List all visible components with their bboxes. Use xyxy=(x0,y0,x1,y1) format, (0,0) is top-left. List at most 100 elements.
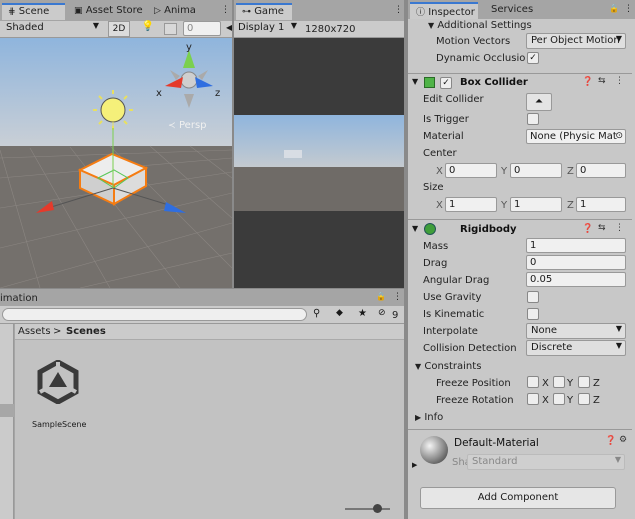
angular-drag-field[interactable]: 0.05 xyxy=(526,272,626,287)
gizmo-x-label: x xyxy=(156,88,162,99)
edit-collider-label: Edit Collider xyxy=(423,94,484,105)
rigidbody-header[interactable]: ▼ Rigidbody ❓ ⇆ ⋮ xyxy=(408,219,632,238)
breadcrumb-scenes[interactable]: Scenes xyxy=(66,325,106,338)
material-section: ▶ Default-Material ❓ ⚙ Shader Standard▼ xyxy=(408,429,632,476)
is-trigger-checkbox[interactable] xyxy=(527,113,539,125)
mode-2d-button[interactable]: 2D xyxy=(108,21,130,37)
scene-viewport[interactable]: y x z ≺ Persp xyxy=(0,38,232,288)
size-x-field[interactable]: 1 xyxy=(445,197,497,212)
use-gravity-checkbox[interactable] xyxy=(527,291,539,303)
label-tag-icon[interactable]: ◆ xyxy=(336,308,343,318)
freeze-rotation-y-checkbox[interactable] xyxy=(553,393,565,405)
add-component-button[interactable]: Add Component xyxy=(420,487,616,509)
drag-label: Drag xyxy=(423,258,448,269)
shader-dropdown[interactable]: Standard ▼ xyxy=(467,454,625,470)
is-kinematic-checkbox[interactable] xyxy=(527,308,539,320)
dynamic-occlusion-checkbox[interactable]: ✓ xyxy=(527,52,539,64)
lock-icon[interactable]: 🔒 xyxy=(609,4,619,13)
angular-drag-label: Angular Drag xyxy=(423,275,490,286)
box-collider-header[interactable]: ▼ ✓ Box Collider ❓ ⇆ ⋮ xyxy=(408,73,632,91)
display-dropdown[interactable]: Display 1 ▼ xyxy=(234,21,300,37)
freeze-rotation-label: Freeze Rotation xyxy=(436,395,514,406)
constraints-foldout[interactable]: ▼ Constraints xyxy=(415,360,481,373)
foldout-collapsed-icon[interactable]: ▶ xyxy=(412,461,417,469)
freeze-position-z-checkbox[interactable] xyxy=(578,376,590,388)
freeze-position-x-checkbox[interactable] xyxy=(527,376,539,388)
project-content: Assets > Scenes SampleScene xyxy=(15,324,404,519)
freeze-position-y-label: Y xyxy=(567,378,574,389)
panel-menu-icon[interactable]: ⋮ xyxy=(221,5,230,15)
component-menu-icon[interactable]: ⋮ xyxy=(615,223,624,233)
search-by-type-icon[interactable]: ⚲ xyxy=(313,308,320,319)
hidden-packages-icon[interactable]: ⊘ xyxy=(378,308,386,318)
help-icon[interactable]: ❓ xyxy=(582,224,593,234)
freeze-position-x-label: X xyxy=(542,378,549,389)
tab-asset-store[interactable]: ▣ Asset Store xyxy=(68,3,146,20)
size-z-field[interactable]: 1 xyxy=(576,197,626,212)
lighting-toggle[interactable]: 💡 xyxy=(138,21,158,37)
shading-mode-dropdown[interactable]: Shaded ▼ xyxy=(2,21,102,37)
freeze-position-y-checkbox[interactable] xyxy=(553,376,565,388)
box-collider-enabled-checkbox[interactable]: ✓ xyxy=(440,77,452,89)
center-x-label: X xyxy=(436,166,443,177)
info-foldout[interactable]: ▶ Info xyxy=(415,411,443,424)
help-icon[interactable]: ❓ xyxy=(582,77,593,87)
game-panel-menu-icon[interactable]: ⋮ xyxy=(394,5,403,15)
chevron-down-icon: ▼ xyxy=(615,324,622,333)
game-view xyxy=(234,38,404,288)
tab-scene[interactable]: ⋕ Scene xyxy=(2,3,65,20)
size-label: Size xyxy=(423,182,444,193)
component-menu-icon[interactable]: ⋮ xyxy=(615,76,624,86)
game-cube xyxy=(284,150,302,158)
size-z-label: Z xyxy=(567,200,574,211)
panel-menu-icon[interactable]: ⋮ xyxy=(624,4,633,14)
motion-vectors-dropdown[interactable]: Per Object Motion ▼ xyxy=(526,33,626,49)
project-toolbar: ⚲ ◆ ★ ⊘ 9 xyxy=(0,306,404,324)
tab-animation-bottom[interactable]: imation xyxy=(0,292,38,305)
preset-icon[interactable]: ⇆ xyxy=(598,223,606,233)
object-picker-icon[interactable]: ⊙ xyxy=(615,130,623,143)
preset-icon[interactable]: ⇆ xyxy=(598,76,606,86)
freeze-position-z-label: Z xyxy=(593,378,600,389)
tab-animation[interactable]: ▷ Anima xyxy=(148,3,214,20)
breadcrumb-separator-icon: > xyxy=(53,326,62,337)
tab-inspector[interactable]: ⓘ Inspector xyxy=(410,2,478,19)
zoom-slider[interactable] xyxy=(345,504,390,513)
tab-services[interactable]: Services xyxy=(485,2,535,19)
gizmo-z-label: z xyxy=(215,88,220,99)
favorite-star-icon[interactable]: ★ xyxy=(358,308,367,319)
drag-field[interactable]: 0 xyxy=(526,255,626,270)
collision-detection-dropdown[interactable]: Discrete ▼ xyxy=(526,340,626,356)
resolution-dropdown[interactable]: 1280x720 xyxy=(305,23,355,36)
fx-toggle[interactable] xyxy=(164,23,177,35)
freeze-rotation-z-checkbox[interactable] xyxy=(578,393,590,405)
tree-selection[interactable] xyxy=(0,404,14,417)
freeze-rotation-y-label: Y xyxy=(567,395,574,406)
hidden-count-field[interactable]: 0 xyxy=(183,21,221,36)
asset-search-input[interactable] xyxy=(2,308,307,321)
center-x-field[interactable]: 0 xyxy=(445,163,497,178)
settings-gear-icon[interactable]: ⚙ xyxy=(619,435,627,445)
help-icon[interactable]: ❓ xyxy=(605,436,616,446)
asset-sample-scene[interactable]: SampleScene xyxy=(25,354,95,434)
material-label: Material xyxy=(423,131,464,142)
tab-game[interactable]: ⊶ Game xyxy=(236,3,292,20)
freeze-rotation-z-label: Z xyxy=(593,395,600,406)
physic-material-field[interactable]: None (Physic Mat ⊙ xyxy=(526,129,626,144)
center-y-label: Y xyxy=(501,166,508,177)
additional-settings-foldout[interactable]: ▼ Additional Settings xyxy=(428,19,532,32)
interpolate-dropdown[interactable]: None ▼ xyxy=(526,323,626,339)
freeze-rotation-x-checkbox[interactable] xyxy=(527,393,539,405)
zoom-slider-thumb[interactable] xyxy=(373,504,382,513)
mass-field[interactable]: 1 xyxy=(526,238,626,253)
size-y-field[interactable]: 1 xyxy=(510,197,562,212)
freeze-position-label: Freeze Position xyxy=(436,378,511,389)
lock-icon[interactable]: 🔒 xyxy=(376,292,386,301)
game-toolbar: Display 1 ▼ 1280x720 xyxy=(234,21,404,38)
edit-collider-button[interactable]: ⏶ xyxy=(526,93,552,111)
breadcrumb-assets[interactable]: Assets xyxy=(18,325,51,338)
center-z-field[interactable]: 0 xyxy=(576,163,626,178)
motion-vectors-label: Motion Vectors xyxy=(436,36,511,47)
center-y-field[interactable]: 0 xyxy=(510,163,562,178)
panel-menu-icon[interactable]: ⋮ xyxy=(393,292,402,302)
